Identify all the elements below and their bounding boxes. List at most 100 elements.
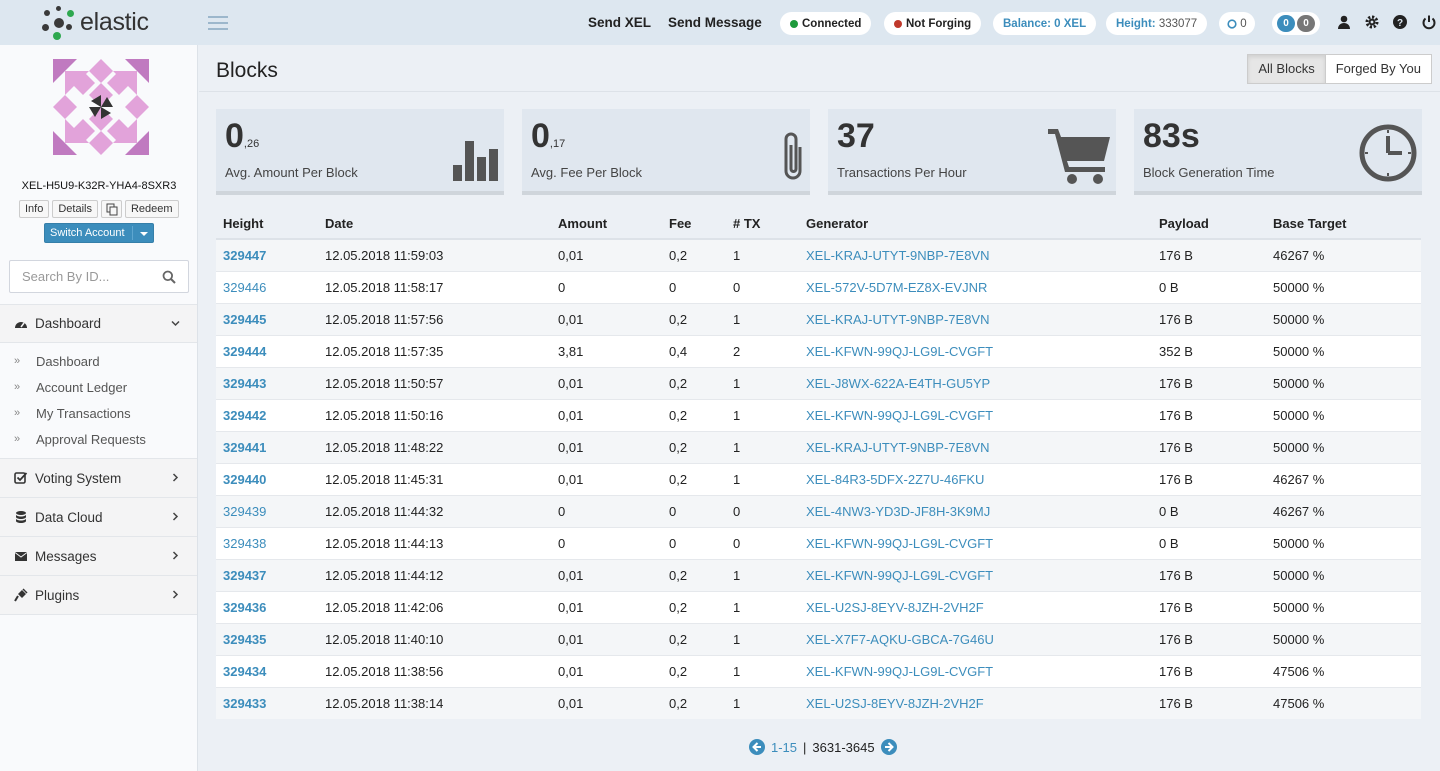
info-button[interactable]: Info [19,200,50,218]
block-height-link[interactable]: 329440 [223,472,266,487]
column-header-height[interactable]: Height [216,209,318,240]
cell-height: 329438 [216,526,318,559]
cell-amount: 0,01 [551,590,662,623]
cell-fee: 0,2 [662,398,726,431]
table-row: 329443 12.05.2018 11:50:57 0,01 0,2 1 XEL-J8W… [216,366,1421,399]
balance-badge[interactable]: Balance: 0 XEL [993,12,1097,35]
cell-fee: 0,2 [662,558,726,591]
cell-generator: XEL-KFWN-99QJ-LG9L-CVGFT [799,526,1152,559]
height-badge[interactable]: Height: 333077 [1106,12,1208,35]
column-header-date[interactable]: Date [318,209,551,240]
column-header-tx[interactable]: # TX [726,209,799,240]
send-xel-link[interactable]: Send XEL [588,15,651,30]
generator-account-link[interactable]: XEL-KFWN-99QJ-LG9L-CVGFT [806,408,993,423]
stat-value: 37 [837,117,875,155]
block-height-link[interactable]: 329446 [223,280,266,295]
block-height-link[interactable]: 329438 [223,536,266,551]
cell-generator: XEL-4NW3-YD3D-JF8H-3K9MJ [799,494,1152,527]
copy-button[interactable] [100,200,122,218]
sidebar-item-my-transactions[interactable]: » My Transactions [0,400,197,426]
generator-account-link[interactable]: XEL-572V-5D7M-EZ8X-EVJNR [806,280,987,295]
cell-base-target: 47506 % [1266,686,1421,719]
forging-status[interactable]: Not Forging [884,12,982,35]
block-height-link[interactable]: 329441 [223,440,266,455]
sidebar-item-account-ledger[interactable]: » Account Ledger [0,374,197,400]
double-angle-icon: » [14,407,21,419]
logo[interactable]: elastic [0,0,198,45]
sidebar-item-data-cloud[interactable]: Data Cloud [0,498,197,537]
block-height-link[interactable]: 329434 [223,664,266,679]
tab-all-blocks[interactable]: All Blocks [1247,54,1326,84]
pending-transactions[interactable]: 0 [1219,12,1255,35]
block-height-link[interactable]: 329447 [223,248,266,263]
generator-account-link[interactable]: XEL-KRAJ-UTYT-9NBP-7E8VN [806,248,990,263]
generator-account-link[interactable]: XEL-J8WX-622A-E4TH-GU5YP [806,376,990,391]
generator-account-link[interactable]: XEL-KFWN-99QJ-LG9L-CVGFT [806,536,993,551]
table-row: 329441 12.05.2018 11:48:22 0,01 0,2 1 XEL-KRA… [216,430,1421,463]
notification-badges[interactable]: 0 0 [1272,12,1320,35]
block-height-link[interactable]: 329442 [223,408,266,423]
send-message-link[interactable]: Send Message [668,15,762,30]
power-icon[interactable] [1421,14,1437,30]
generator-account-link[interactable]: XEL-KRAJ-UTYT-9NBP-7E8VN [806,312,990,327]
generator-account-link[interactable]: XEL-KFWN-99QJ-LG9L-CVGFT [806,344,993,359]
next-page-button[interactable] [880,739,897,755]
block-height-link[interactable]: 329436 [223,600,266,615]
cell-base-target: 46267 % [1266,494,1421,527]
details-button[interactable]: Details [52,200,98,218]
cell-height: 329436 [216,590,318,623]
sidebar-item-messages[interactable]: Messages [0,537,197,576]
block-height-link[interactable]: 329445 [223,312,266,327]
generator-account-link[interactable]: XEL-X7F7-AQKU-GBCA-7G46U [806,632,994,647]
cell-height: 329433 [216,686,318,719]
previous-page-button[interactable] [749,739,765,755]
user-icon[interactable] [1336,14,1352,30]
column-header-payload[interactable]: Payload [1152,209,1266,240]
table-row: 329445 12.05.2018 11:57:56 0,01 0,2 1 XEL-KRA… [216,302,1421,335]
column-header-fee[interactable]: Fee [662,209,726,240]
generator-account-link[interactable]: XEL-KRAJ-UTYT-9NBP-7E8VN [806,440,990,455]
generator-account-link[interactable]: XEL-KFWN-99QJ-LG9L-CVGFT [806,568,993,583]
column-header-generator[interactable]: Generator [799,209,1152,240]
sidebar-item-approval-requests[interactable]: » Approval Requests [0,426,197,452]
sidebar-toggle-icon[interactable] [208,15,228,30]
generator-account-link[interactable]: XEL-84R3-5DFX-2Z7U-46FKU [806,472,984,487]
block-height-link[interactable]: 329433 [223,696,266,711]
cell-base-target: 47506 % [1266,654,1421,687]
column-header-amount[interactable]: Amount [551,209,662,240]
sidebar-item-dashboard-home[interactable]: » Dashboard [0,348,197,374]
generator-account-link[interactable]: XEL-4NW3-YD3D-JF8H-3K9MJ [806,504,990,519]
redeem-button[interactable]: Redeem [124,200,179,218]
generator-account-link[interactable]: XEL-KFWN-99QJ-LG9L-CVGFT [806,664,993,679]
block-height-link[interactable]: 329444 [223,344,266,359]
status-dot-icon [894,19,902,28]
stat-value: 83s [1143,117,1200,155]
column-header-base-target[interactable]: Base Target [1266,209,1421,240]
chevron-right-icon [172,512,179,521]
block-height-link[interactable]: 329439 [223,504,266,519]
page-range-link[interactable]: 1-15 [771,740,797,755]
double-angle-icon: » [14,381,21,393]
help-icon[interactable]: ? [1392,14,1408,30]
cell-payload: 0 B [1152,526,1266,559]
block-height-link[interactable]: 329443 [223,376,266,391]
search-input[interactable] [10,261,150,292]
sidebar-item-plugins[interactable]: Plugins [0,576,197,615]
table-row: 329436 12.05.2018 11:42:06 0,01 0,2 1 XEL-U2S… [216,590,1421,623]
gear-icon[interactable] [1364,14,1380,30]
sidebar-item-dashboard[interactable]: Dashboard [0,304,197,343]
cell-fee: 0,2 [662,622,726,655]
block-height-link[interactable]: 329437 [223,568,266,583]
account-id[interactable]: XEL-H5U9-K32R-YHA4-8SXR3 [0,180,198,192]
connection-status[interactable]: Connected [780,12,872,35]
cell-tx-count: 1 [726,302,799,335]
switch-account-button[interactable]: Switch Account [44,223,154,243]
caret-down-icon[interactable] [140,232,148,236]
search-icon[interactable] [162,270,176,284]
tab-forged-by-you[interactable]: Forged By You [1325,54,1432,84]
sidebar-item-voting-system[interactable]: Voting System [0,459,197,498]
generator-account-link[interactable]: XEL-U2SJ-8EYV-8JZH-2VH2F [806,696,984,711]
generator-account-link[interactable]: XEL-U2SJ-8EYV-8JZH-2VH2F [806,600,984,615]
cell-payload: 176 B [1152,398,1266,431]
block-height-link[interactable]: 329435 [223,632,266,647]
